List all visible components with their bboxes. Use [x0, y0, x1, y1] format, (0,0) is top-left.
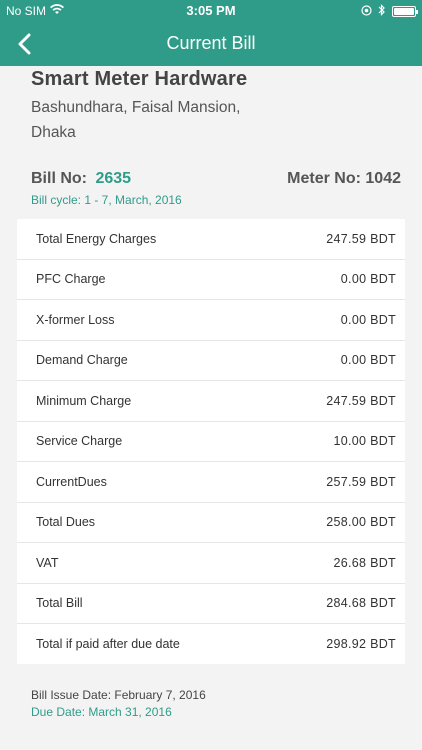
charge-row: VAT 26.68 BDT — [17, 543, 405, 584]
charge-row: CurrentDues 257.59 BDT — [17, 462, 405, 503]
bluetooth-icon — [378, 4, 386, 19]
charge-label: Total Dues — [36, 515, 96, 530]
company-name: Smart Meter Hardware — [31, 68, 248, 90]
charges-list: Total Energy Charges 247.59 BDT PFC Charg… — [17, 219, 405, 664]
status-bar: No SIM 3:05 PM — [0, 0, 422, 22]
charge-row: X-former Loss 0.00 BDT — [17, 300, 405, 341]
charge-value: 298.92 BDT — [326, 637, 396, 652]
charge-row: Minimum Charge 247.59 BDT — [17, 381, 405, 422]
charge-label: Total Bill — [36, 596, 83, 611]
bill-no-value: 2635 — [95, 170, 132, 187]
charge-value: 257.59 BDT — [326, 474, 396, 489]
charge-row: Total if paid after due date 298.92 BDT — [17, 624, 405, 665]
meter-no: Meter No: 1042 — [287, 170, 401, 187]
charge-label: X-former Loss — [36, 312, 115, 327]
status-time: 3:05 PM — [186, 3, 236, 18]
charge-value: 0.00 BDT — [340, 353, 396, 368]
charge-label: VAT — [36, 555, 59, 570]
bill-number-row: Bill No: 2635 Meter No: 1042 — [31, 170, 401, 192]
charge-value: 0.00 BDT — [340, 272, 396, 287]
location-icon — [361, 4, 372, 19]
charge-value: 284.68 BDT — [326, 596, 396, 611]
charge-row: Demand Charge 0.00 BDT — [17, 341, 405, 381]
address-line-1: Bashundhara, Faisal Mansion, — [31, 99, 241, 116]
address-line-2: Dhaka — [31, 124, 76, 141]
charge-row: Total Bill 284.68 BDT — [17, 584, 405, 624]
app-header: No SIM 3:05 PM Current Bill — [0, 0, 422, 66]
charge-row: Total Dues 258.00 BDT — [17, 503, 405, 543]
bill-no-label: Bill No: — [31, 170, 87, 187]
charge-label: Minimum Charge — [36, 393, 132, 408]
charge-label: PFC Charge — [36, 272, 106, 287]
charge-value: 247.59 BDT — [326, 393, 396, 408]
charge-value: 258.00 BDT — [326, 515, 396, 530]
charge-label: Service Charge — [36, 434, 123, 449]
charge-row: Service Charge 10.00 BDT — [17, 422, 405, 462]
charge-row: Total Energy Charges 247.59 BDT — [17, 219, 405, 260]
charge-value: 0.00 BDT — [340, 312, 396, 327]
bill-cycle: Bill cycle: 1 - 7, March, 2016 — [31, 193, 182, 207]
nav-bar: Current Bill — [0, 22, 422, 66]
charge-value: 10.00 BDT — [333, 434, 396, 449]
charge-row: PFC Charge 0.00 BDT — [17, 260, 405, 300]
company-address: Bashundhara, Faisal Mansion, Dhaka — [31, 95, 401, 145]
page-title: Current Bill — [166, 33, 256, 53]
charge-value: 247.59 BDT — [326, 231, 396, 246]
status-right — [361, 4, 418, 19]
charge-label: CurrentDues — [36, 474, 107, 489]
charge-label: Total if paid after due date — [36, 637, 180, 652]
company-info: Smart Meter Hardware Bashundhara, Faisal… — [31, 68, 401, 145]
due-date: Due Date: March 31, 2016 — [31, 705, 172, 719]
charge-value: 26.68 BDT — [333, 555, 396, 570]
charge-label: Total Energy Charges — [36, 231, 157, 246]
charge-label: Demand Charge — [36, 353, 128, 368]
bill-issue-date: Bill Issue Date: February 7, 2016 — [31, 688, 206, 702]
battery-icon — [392, 6, 418, 17]
